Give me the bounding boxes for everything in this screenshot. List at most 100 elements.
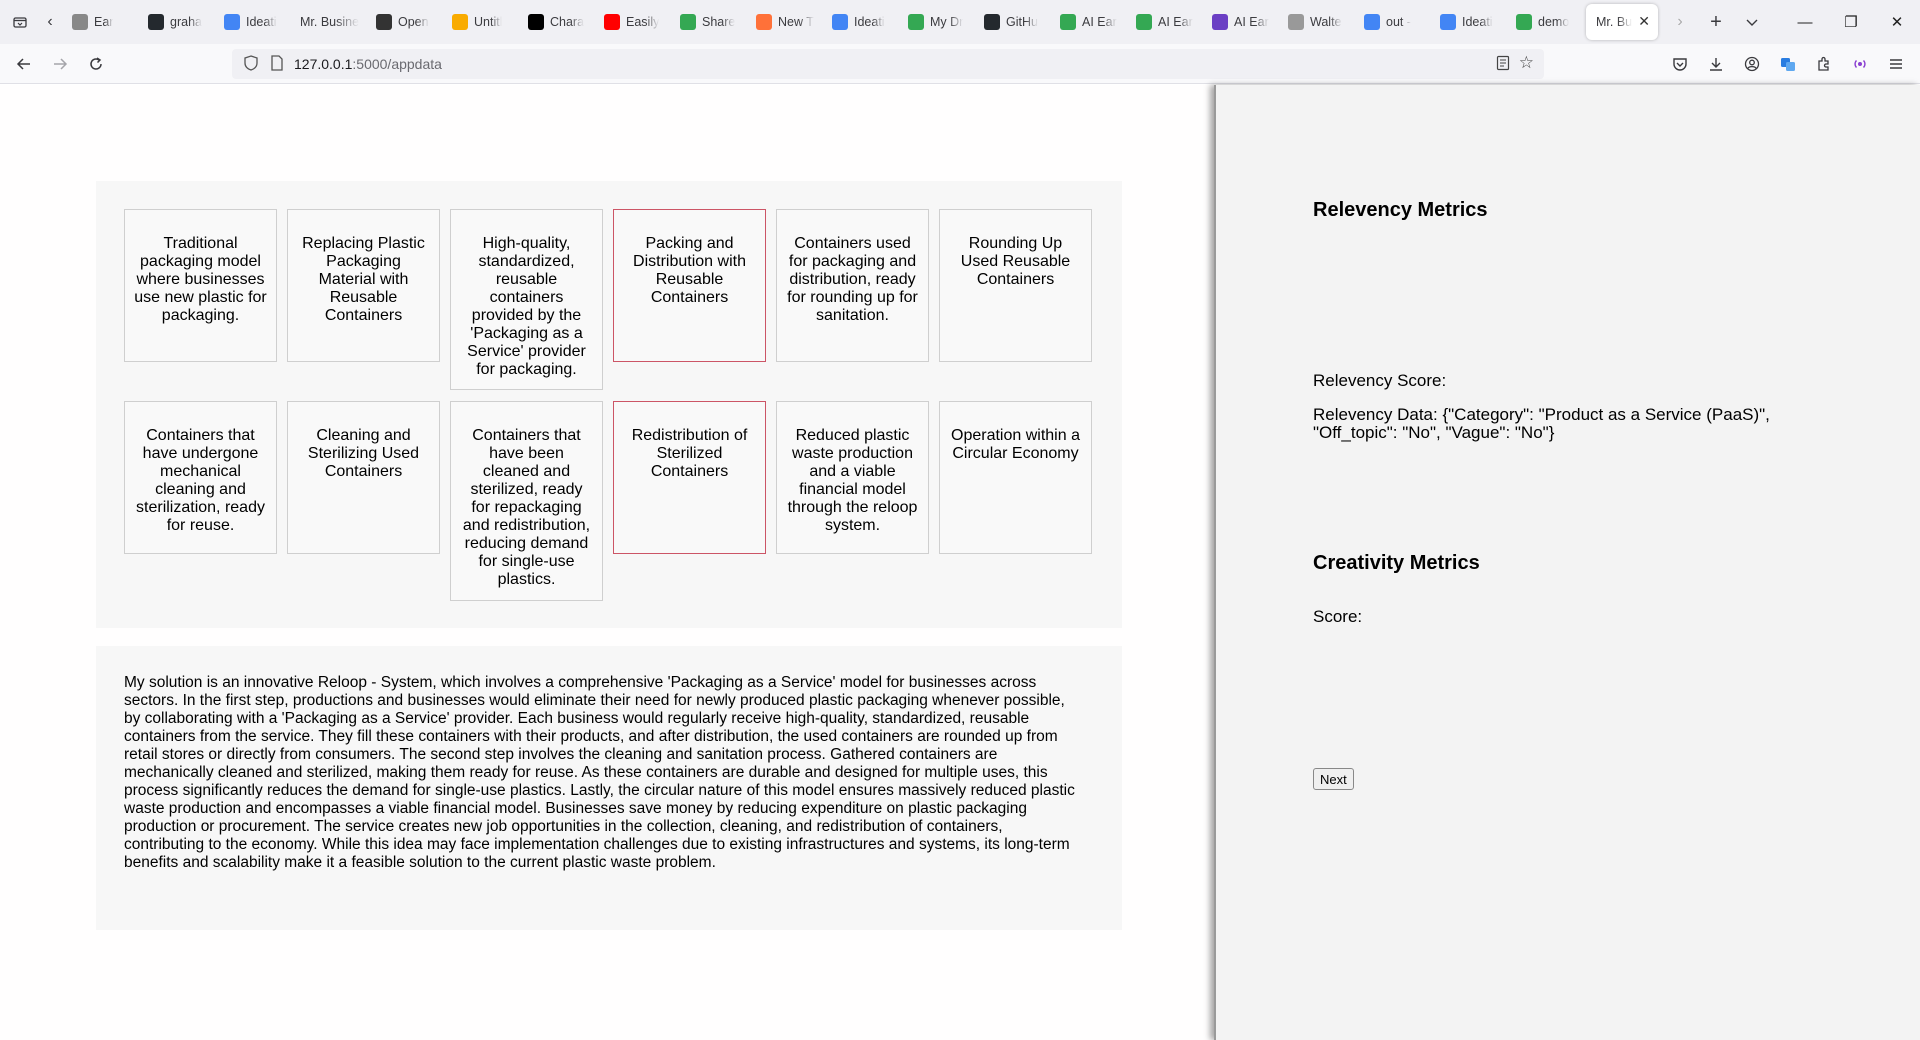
browser-tab[interactable]: My Dr — [898, 4, 974, 40]
browser-tab[interactable]: Mr. Busine — [290, 4, 366, 40]
pocket-icon[interactable] — [1668, 52, 1692, 76]
browser-tab[interactable]: AI Ear — [1050, 4, 1126, 40]
drive-icon — [908, 14, 924, 30]
card-text: Reduced plastic waste production and a v… — [787, 427, 918, 534]
step-card: Rounding Up Used Reusable Containers — [939, 209, 1092, 362]
tab-label: AI Ear — [1234, 15, 1269, 29]
page-info-icon[interactable] — [270, 55, 284, 74]
minimize-icon[interactable]: — — [1782, 0, 1828, 44]
d-icon — [1288, 14, 1304, 30]
url-path: :5000/appdata — [352, 56, 442, 72]
browser-tab[interactable]: Share — [670, 4, 746, 40]
tab-label: Ear — [94, 15, 114, 29]
browser-tab[interactable]: Ideati — [822, 4, 898, 40]
drive-icon — [1516, 14, 1532, 30]
card-text: Traditional packaging model where busine… — [134, 235, 267, 324]
menu-icon[interactable] — [1884, 52, 1908, 76]
docs-icon — [832, 14, 848, 30]
card-text: Rounding Up Used Reusable Containers — [960, 235, 1071, 288]
tab-label: Share — [702, 15, 736, 29]
window-controls: — ❐ ✕ — [1782, 0, 1920, 44]
scroll-tabs-left-icon[interactable]: ‹ — [38, 4, 62, 40]
browser-tab[interactable]: Ideati — [1430, 4, 1506, 40]
reader-view-icon[interactable] — [1496, 55, 1510, 74]
back-icon[interactable] — [12, 52, 36, 76]
step-card: Containers that have been cleaned and st… — [450, 401, 603, 601]
downloads-icon[interactable] — [1704, 52, 1728, 76]
browser-tab[interactable]: New T — [746, 4, 822, 40]
firefox-icon — [756, 14, 772, 30]
scroll-tabs-right-icon[interactable]: › — [1662, 4, 1698, 40]
tab-label: Untitl — [474, 15, 503, 29]
steps-grid-panel: Traditional packaging model where busine… — [96, 181, 1122, 628]
card-text: Containers used for packaging and distri… — [787, 235, 918, 324]
browser-tab[interactable]: GitHu — [974, 4, 1050, 40]
step-card: Reduced plastic waste production and a v… — [776, 401, 929, 554]
translate-extension-icon[interactable] — [1776, 52, 1800, 76]
browser-tab[interactable]: graha — [138, 4, 214, 40]
browser-tab[interactable]: AI Ear — [1126, 4, 1202, 40]
description-panel: My solution is an innovative Reloop - Sy… — [96, 646, 1122, 930]
broadcast-icon[interactable] — [1848, 52, 1872, 76]
step-card: Redistribution of Sterilized Containers — [613, 401, 766, 554]
browser-tab[interactable]: Chara — [518, 4, 594, 40]
drive-icon — [680, 14, 696, 30]
relevency-score-label: Relevency Score: — [1313, 371, 1447, 390]
google-icon — [1364, 14, 1380, 30]
tab-label: New T — [778, 15, 814, 29]
navigation-bar: 127.0.0.1:5000/appdata ☆ — [0, 44, 1920, 84]
card-text: Operation within a Circular Economy — [951, 427, 1080, 462]
tab-label: AI Ear — [1082, 15, 1117, 29]
creativity-metrics-title: Creativity Metrics — [1313, 552, 1480, 574]
page-content: Traditional packaging model where busine… — [0, 85, 1920, 1040]
card-text: Replacing Plastic Packaging Material wit… — [302, 235, 425, 324]
account-icon[interactable] — [1740, 52, 1764, 76]
youtube-icon — [604, 14, 620, 30]
openai-icon — [376, 14, 392, 30]
browser-tab[interactable]: Walte — [1278, 4, 1354, 40]
url-text[interactable]: 127.0.0.1:5000/appdata — [294, 56, 442, 72]
browser-tab[interactable]: Open — [366, 4, 442, 40]
browser-tab[interactable]: Untitl — [442, 4, 518, 40]
tab-label: Open — [398, 15, 429, 29]
card-text: Redistribution of Sterilized Containers — [631, 427, 748, 480]
next-button[interactable]: Next — [1313, 768, 1354, 790]
step-card: Operation within a Circular Economy — [939, 401, 1092, 554]
shield-icon[interactable] — [244, 55, 258, 74]
github-icon — [148, 14, 164, 30]
chevron-down-icon[interactable] — [1734, 4, 1770, 40]
browser-tab[interactable]: demo — [1506, 4, 1582, 40]
bookmark-star-icon[interactable]: ☆ — [1519, 53, 1534, 73]
close-tab-icon[interactable]: ✕ — [1638, 13, 1650, 30]
browser-tab[interactable]: AI Ear — [1202, 4, 1278, 40]
new-tab-icon[interactable]: + — [1698, 4, 1734, 40]
extensions-icon[interactable] — [1812, 52, 1836, 76]
browser-tab[interactable]: Ear — [62, 4, 138, 40]
metrics-sidebar: Relevency Metrics Relevency Score: Relev… — [1214, 85, 1920, 1040]
card-text: High-quality, standardized, reusable con… — [467, 235, 586, 378]
url-bar[interactable]: 127.0.0.1:5000/appdata ☆ — [232, 49, 1544, 79]
browser-tab[interactable]: out - — [1354, 4, 1430, 40]
tab-label: Ideati — [246, 15, 277, 29]
tab-label: Mr. Bu — [1596, 15, 1633, 29]
browser-tab[interactable]: Ideati — [214, 4, 290, 40]
generic-page-icon — [72, 14, 88, 30]
card-text: Containers that have undergone mechanica… — [136, 427, 265, 534]
step-card: Traditional packaging model where busine… — [124, 209, 277, 362]
restore-icon[interactable]: ❐ — [1828, 0, 1874, 44]
drive-icon — [1136, 14, 1152, 30]
reload-icon[interactable] — [84, 52, 108, 76]
tab-label: AI Ear — [1158, 15, 1193, 29]
list-all-tabs-icon[interactable] — [2, 4, 38, 40]
creativity-score-label: Score: — [1313, 607, 1363, 626]
tab-bar: ‹ Ear graha Ideati Mr. Busine Open Untitl Char… — [0, 0, 1920, 44]
forward-icon[interactable] — [48, 52, 72, 76]
tab-label: out - — [1386, 15, 1412, 29]
close-window-icon[interactable]: ✕ — [1874, 0, 1920, 44]
tab-label: Ideati — [1462, 15, 1493, 29]
tab-label: Chara — [550, 15, 585, 29]
tab-label: demo — [1538, 15, 1570, 29]
left-pane: Traditional packaging model where busine… — [0, 85, 1214, 1040]
tab-active[interactable]: Mr. Bu ✕ — [1586, 4, 1658, 40]
browser-tab[interactable]: Easily — [594, 4, 670, 40]
